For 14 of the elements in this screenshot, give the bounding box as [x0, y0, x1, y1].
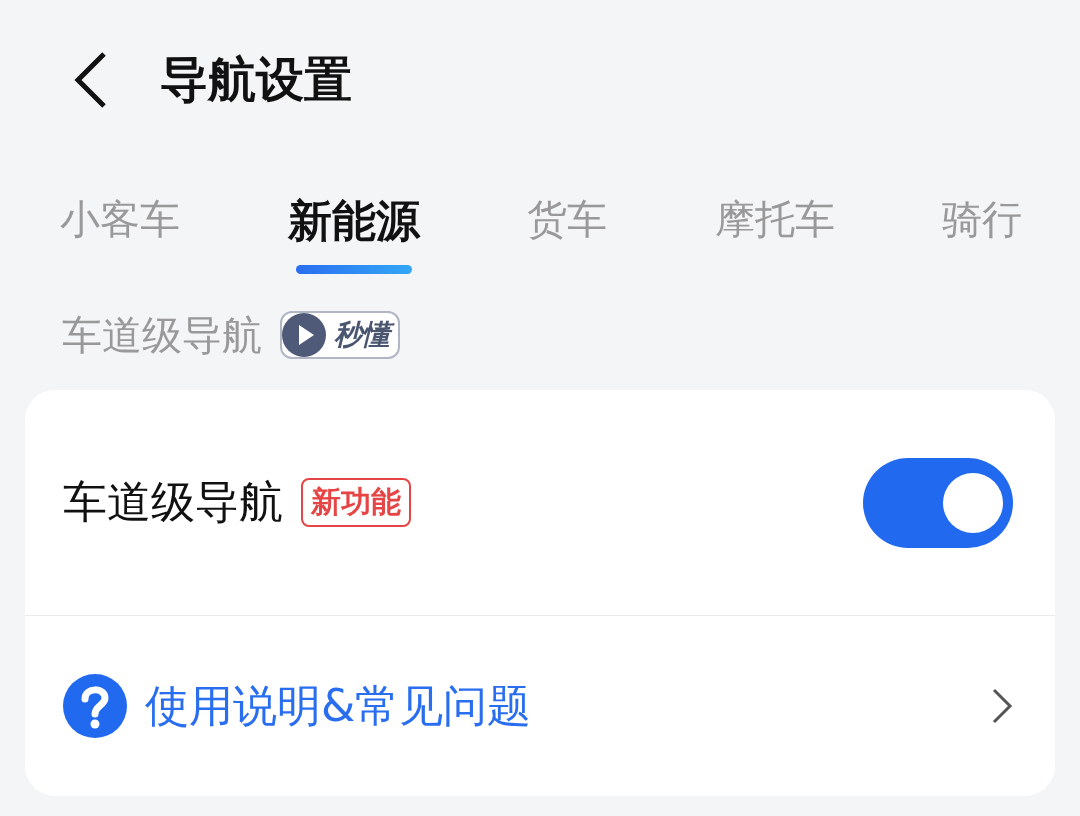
setting-label: 车道级导航 — [63, 475, 283, 529]
chevron-right-icon — [991, 687, 1013, 725]
help-icon — [63, 674, 127, 738]
section-title: 车道级导航 — [62, 310, 262, 360]
tab[interactable]: 骑行 — [942, 160, 1022, 280]
new-feature-tag: 新功能 — [301, 478, 411, 527]
tab[interactable]: 摩托车 — [714, 160, 835, 280]
help-link[interactable]: 使用说明&常见问题 — [145, 676, 532, 736]
play-icon — [282, 313, 326, 357]
video-badge[interactable]: 秒懂 — [280, 311, 400, 359]
tab[interactable]: 小客车 — [60, 160, 180, 280]
tab[interactable]: 新能源 — [287, 160, 420, 280]
page-title: 导航设置 — [160, 50, 352, 109]
tab[interactable]: 货车 — [527, 160, 607, 280]
